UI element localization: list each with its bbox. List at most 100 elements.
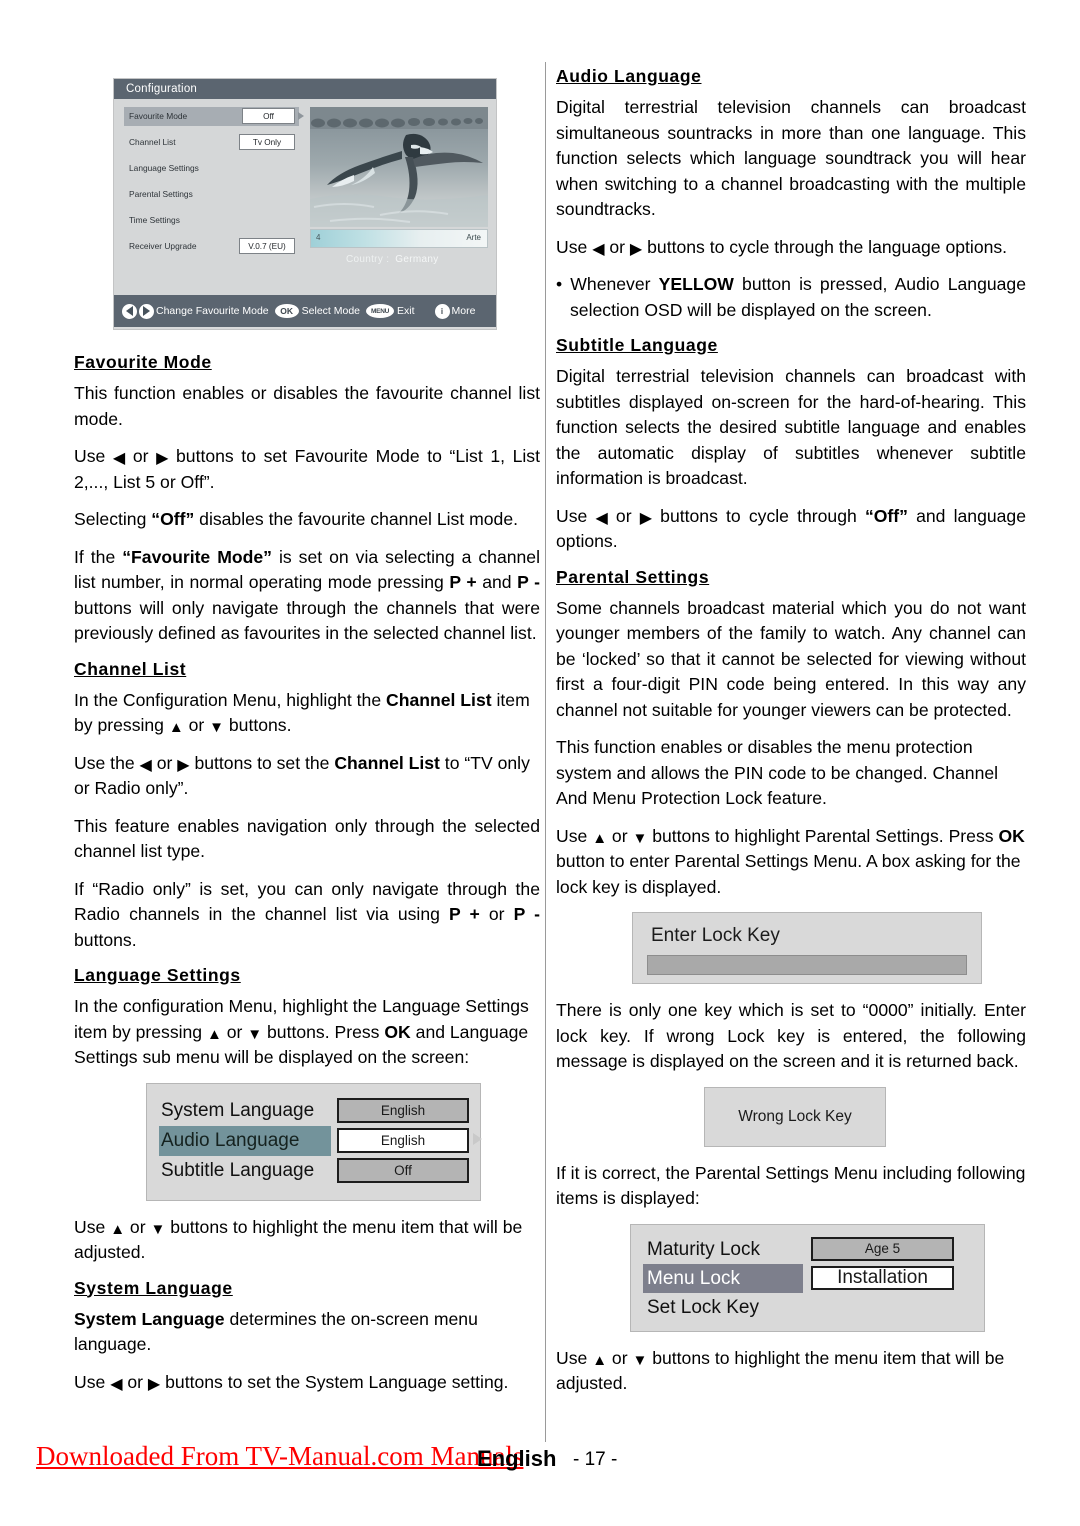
- osd-item-value[interactable]: Tv Only: [239, 134, 295, 150]
- osd-menu-item-parental-settings[interactable]: Parental Settings: [124, 185, 299, 204]
- text-run: buttons to highlight Parental Settings. …: [647, 825, 999, 846]
- osd-row-audio-language[interactable]: Audio Language English: [159, 1125, 482, 1156]
- paragraph-favourite-mode-off: Selecting “Off” disables the favourite c…: [74, 507, 540, 533]
- text-run: or: [607, 825, 633, 846]
- paragraph-favourite-mode-use: Use ◀ or ▶ buttons to set Favourite Mode…: [74, 444, 540, 495]
- text-run-bold: Channel List: [386, 689, 492, 710]
- text-run: Use: [556, 236, 593, 257]
- paragraph-language-settings-intro: In the configuration Menu, highlight the…: [74, 994, 540, 1071]
- osd-row-label: Subtitle Language: [161, 1159, 315, 1181]
- section-heading-system-language: System Language: [74, 1277, 233, 1298]
- channel-name: Arte: [466, 233, 481, 242]
- osd-row-value[interactable]: English: [337, 1097, 469, 1123]
- ok-button-icon: OK: [274, 304, 299, 318]
- left-arrow-button-icon: [122, 303, 137, 319]
- paragraph-channel-list-highlight: In the Configuration Menu, highlight the…: [74, 688, 540, 739]
- text-run: or: [479, 904, 514, 924]
- osd-item-label: Channel List: [129, 137, 176, 147]
- text-run: or: [125, 446, 157, 466]
- paragraph-system-language-use: Use ◀ or ▶ buttons to set the System Lan…: [74, 1370, 540, 1396]
- text-run: Use: [556, 825, 593, 846]
- paragraph-correct-key: If it is correct, the Parental Settings …: [556, 1162, 1026, 1209]
- text-run-bold: “Off”: [864, 505, 908, 526]
- osd-row-maturity-lock[interactable]: Maturity Lock Age 5: [643, 1235, 975, 1264]
- osd-row-subtitle-language[interactable]: Subtitle Language Off: [159, 1156, 471, 1186]
- text-run: buttons.: [224, 715, 292, 735]
- country-value: Germany: [395, 254, 439, 265]
- section-heading-audio-language: Audio Language: [556, 66, 702, 86]
- text-run: buttons to set the System Language setti…: [160, 1371, 509, 1392]
- osd-row-system-language[interactable]: System Language English: [159, 1096, 471, 1126]
- text-run: buttons to cycle through: [652, 505, 865, 526]
- left-arrow-icon: ◀: [110, 1375, 123, 1393]
- osd-item-value[interactable]: Off: [242, 108, 295, 124]
- text-run: Use: [74, 1216, 111, 1237]
- osd-menu-item-time-settings[interactable]: Time Settings: [124, 211, 299, 230]
- text-run: In the Configuration Menu, highlight the: [74, 689, 387, 710]
- osd-footer-hints: Change Favourite Mode OK Select Mode MEN…: [114, 295, 496, 327]
- text-run: buttons to cycle through the language op…: [642, 236, 1008, 257]
- paragraph-subtitle-language-use: Use ◀ or ▶ buttons to cycle through “Off…: [556, 504, 1026, 555]
- right-arrow-icon: ▶: [639, 509, 653, 527]
- section-heading-favourite-mode: Favourite Mode: [74, 352, 212, 372]
- paragraph-default-key: There is only one key which is set to “0…: [556, 1000, 1026, 1071]
- paragraph-channel-list-radio: If “Radio only” is set, you can only nav…: [74, 877, 540, 954]
- paragraph-audio-language-use: Use ◀ or ▶ buttons to cycle through the …: [556, 235, 1026, 261]
- text-run: buttons. Press: [262, 1021, 385, 1042]
- paragraph-parental-function: This function enables or disables the me…: [556, 737, 999, 808]
- lock-key-input[interactable]: [647, 955, 967, 975]
- text-run: or: [607, 505, 640, 526]
- paragraph-channel-list-feature: This feature enables navigation only thr…: [74, 815, 540, 862]
- osd-row-value[interactable]: Installation: [811, 1265, 954, 1290]
- watermark-link[interactable]: Downloaded From TV-Manual.com Manuals: [36, 1441, 523, 1472]
- channel-number: 4: [316, 233, 321, 242]
- osd-menu-item-receiver-upgrade[interactable]: Receiver Upgrade V.0.7 (EU): [124, 237, 299, 256]
- text-run: or: [604, 236, 630, 257]
- right-arrow-button-icon: [139, 303, 154, 319]
- text-run: Use: [74, 446, 113, 466]
- parental-settings-osd: Maturity Lock Age 5 Menu Lock Installati…: [630, 1223, 985, 1332]
- left-arrow-icon: ◀: [112, 450, 126, 467]
- osd-item-value[interactable]: V.0.7 (EU): [239, 238, 295, 254]
- text-run-bold: “Off”: [151, 509, 195, 529]
- footer-page-number: - 17 -: [573, 1449, 618, 1470]
- osd-row-label: System Language: [161, 1099, 315, 1121]
- right-arrow-icon: ▶: [156, 450, 169, 467]
- hint-label-select-mode: Select Mode: [301, 305, 361, 317]
- osd-row-value[interactable]: Age 5: [811, 1236, 954, 1261]
- channel-info-bar: 4 Arte: [310, 229, 488, 248]
- section-heading-channel-list: Channel List: [74, 658, 187, 679]
- osd-item-label: Favourite Mode: [129, 111, 188, 121]
- osd-row-set-lock-key[interactable]: Set Lock Key: [643, 1293, 975, 1322]
- text-run: or: [151, 752, 178, 773]
- osd-row-value[interactable]: Off: [337, 1157, 469, 1183]
- osd-row-value[interactable]: English: [337, 1127, 469, 1153]
- osd-row-menu-lock[interactable]: Menu Lock Installation: [643, 1263, 975, 1293]
- dialog-title: Wrong Lock Key: [738, 1107, 852, 1125]
- osd-menu-item-favourite-mode[interactable]: Favourite Mode Off: [124, 107, 304, 126]
- section-heading-subtitle-language: Subtitle Language: [556, 335, 718, 355]
- left-arrow-icon: ◀: [592, 240, 605, 258]
- right-text-column: Audio Language Digital terrestrial telev…: [556, 66, 1026, 1409]
- right-arrow-icon: ▶: [147, 1375, 161, 1393]
- swimmer-preview-image: [310, 107, 488, 227]
- tv-osd-screenshot: Configuration Favourite Mode Off Channel…: [113, 78, 497, 330]
- page-footer: Downloaded From TV-Manual.com Manuals En…: [0, 1441, 1080, 1501]
- text-run: or: [125, 1216, 151, 1237]
- text-run-bold: Channel List: [334, 752, 440, 773]
- right-arrow-icon: ▶: [177, 756, 190, 774]
- text-run: Use the: [74, 752, 140, 773]
- text-run: or: [607, 1347, 633, 1368]
- osd-menu-item-channel-list[interactable]: Channel List Tv Only: [124, 133, 299, 152]
- down-arrow-icon: ▼: [632, 829, 648, 847]
- chevron-right-icon: [473, 1132, 482, 1145]
- country-label: Country :: [346, 254, 390, 265]
- osd-menu-item-language-settings[interactable]: Language Settings: [124, 159, 299, 178]
- text-run: or: [183, 715, 210, 735]
- text-run: • Whenever: [556, 274, 659, 294]
- paragraph-channel-list-set: Use the ◀ or ▶ buttons to set the Channe…: [74, 751, 540, 802]
- text-run-bold: System Language: [74, 1308, 225, 1329]
- text-run: buttons.: [74, 929, 137, 950]
- enter-lock-key-dialog: Enter Lock Key: [632, 912, 982, 984]
- text-run: buttons to set the: [189, 752, 335, 773]
